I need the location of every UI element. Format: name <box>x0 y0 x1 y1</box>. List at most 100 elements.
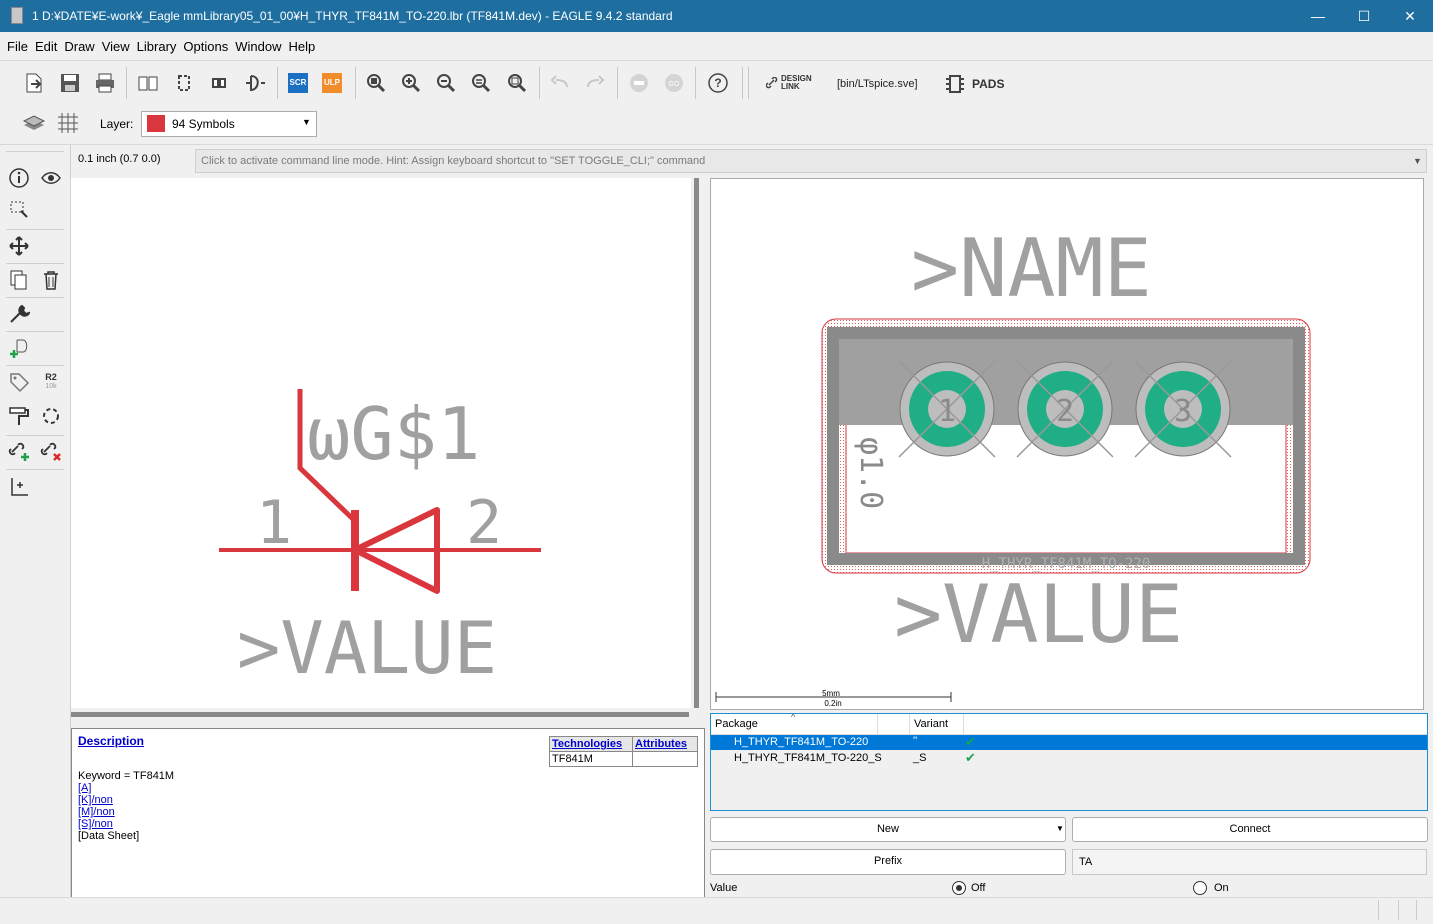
package-name-text: >NAME <box>911 222 1152 315</box>
name-tag-icon[interactable] <box>6 369 32 395</box>
technologies-link[interactable]: Technologies <box>552 738 622 750</box>
save-icon[interactable] <box>56 69 84 97</box>
show-eye-icon[interactable] <box>38 165 64 191</box>
dimension-icon[interactable] <box>6 473 32 499</box>
status-bar <box>0 897 1433 924</box>
menu-help[interactable]: Help <box>285 32 318 62</box>
wrench-icon[interactable] <box>6 301 32 327</box>
pin-2-label: 2 <box>466 488 502 558</box>
menu-file[interactable]: File <box>4 32 31 62</box>
stop-icon[interactable] <box>625 69 653 97</box>
change-icon[interactable] <box>38 403 64 429</box>
keyword-line: Keyword = TF841M <box>78 770 175 782</box>
zoom-in-icon[interactable] <box>397 69 425 97</box>
device-icon[interactable] <box>170 69 198 97</box>
symbol-hscrollbar[interactable] <box>71 712 689 717</box>
zoom-redraw-icon[interactable] <box>467 69 495 97</box>
add-pin-icon[interactable] <box>6 335 32 361</box>
pad-3: 3 <box>1134 360 1232 458</box>
scale-mm-label: 5mm <box>822 689 840 698</box>
main-toolbar: SCR ULP GO ? DESIGN LINK [bin/LTspice.sv… <box>0 60 1433 106</box>
desc-link-k[interactable]: [K]/non <box>78 794 113 806</box>
menu-view[interactable]: View <box>99 32 133 62</box>
menu-draw[interactable]: Draw <box>61 32 97 62</box>
menu-window[interactable]: Window <box>232 32 284 62</box>
desc-link-s[interactable]: [S]/non <box>78 818 113 830</box>
help-icon[interactable]: ? <box>704 69 732 97</box>
table-row[interactable]: H_THYR_TF841M_TO-220_S _S ✔ <box>711 750 1427 766</box>
technology-value: TF841M <box>549 751 633 767</box>
description-link[interactable]: Description <box>78 734 144 748</box>
script-button[interactable]: SCR <box>284 69 312 97</box>
value-r2-icon[interactable]: R2 10k <box>38 369 64 395</box>
layers-icon[interactable] <box>20 109 48 137</box>
library-book-icon[interactable] <box>134 69 162 97</box>
move-icon[interactable] <box>6 233 32 259</box>
symbol-canvas[interactable]: ωG$1 1 2 >VALUE <box>71 178 691 708</box>
col-variant[interactable]: Variant <box>914 718 948 730</box>
datasheet-line: [Data Sheet] <box>78 830 140 842</box>
table-header: Package ^ Variant <box>711 712 1427 735</box>
package-canvas[interactable]: >NAME 1 2 3 φ1.0 H_THYR_TF841M_TO-220 >V… <box>710 178 1424 710</box>
close-button[interactable]: ✕ <box>1387 0 1433 32</box>
attribute-value <box>632 751 698 767</box>
description-body: Keyword = TF841M [A] [K]/non [M]/non [S]… <box>78 770 174 842</box>
scale-in-label: 0.2in <box>824 699 841 708</box>
design-link-button[interactable]: DESIGN LINK <box>766 75 812 91</box>
col-package[interactable]: Package <box>715 718 758 730</box>
layer-color-swatch <box>147 115 165 132</box>
table-row[interactable]: H_THYR_TF841M_TO-220 '' ✔ <box>711 734 1427 750</box>
menu-library[interactable]: Library <box>134 32 180 62</box>
desc-link-m[interactable]: [M]/non <box>78 806 115 818</box>
new-file-icon[interactable] <box>20 69 48 97</box>
left-tool-panel: R2 10k <box>0 145 71 897</box>
layer-select[interactable]: 94 Symbols ▼ <box>141 111 317 137</box>
svg-text:?: ? <box>714 76 721 90</box>
undo-icon[interactable] <box>546 69 574 97</box>
copy-icon[interactable] <box>6 267 32 293</box>
value-on-radio[interactable] <box>1193 881 1207 895</box>
variant-cell: '' <box>913 735 918 747</box>
menu-edit[interactable]: Edit <box>32 32 60 62</box>
zoom-fit-icon[interactable] <box>362 69 390 97</box>
check-icon: ✔ <box>965 750 976 765</box>
ulp-button[interactable]: ULP <box>318 69 346 97</box>
pad-1-label: 1 <box>938 394 956 429</box>
prefix-input[interactable]: TA <box>1072 849 1427 875</box>
go-icon[interactable]: GO <box>660 69 688 97</box>
redo-icon[interactable] <box>581 69 609 97</box>
group-select-icon[interactable] <box>6 197 32 223</box>
svg-text:GO: GO <box>669 81 680 88</box>
connect-link-icon[interactable] <box>6 438 32 464</box>
disconnect-link-icon[interactable] <box>38 438 64 464</box>
print-icon[interactable] <box>91 69 119 97</box>
info-icon[interactable] <box>6 165 32 191</box>
value-off-label: Off <box>971 882 986 894</box>
zoom-select-icon[interactable] <box>503 69 531 97</box>
package-icon[interactable] <box>205 69 233 97</box>
pad-1: 1 <box>898 360 996 458</box>
menu-options[interactable]: Options <box>180 32 231 62</box>
maximize-button[interactable]: ☐ <box>1341 0 1387 32</box>
command-line-input[interactable]: Click to activate command line mode. Hin… <box>195 149 1427 173</box>
value-on-label: On <box>1214 882 1229 894</box>
connect-button[interactable]: Connect <box>1072 817 1428 842</box>
hole-size-label: φ1.0 <box>853 437 888 509</box>
ltspice-button[interactable]: [bin/LTspice.sve] <box>837 78 918 90</box>
desc-link-a[interactable]: [A] <box>78 782 91 794</box>
new-button[interactable]: New ▼ <box>710 817 1066 842</box>
window-title: 1 D:¥DATE¥E-work¥_Eagle mmLibrary05_01_0… <box>32 9 673 23</box>
grid-icon[interactable] <box>54 109 82 137</box>
zoom-out-icon[interactable] <box>432 69 460 97</box>
pads-button[interactable]: PADS <box>944 73 1004 95</box>
value-off-radio[interactable] <box>952 881 966 895</box>
minimize-button[interactable]: — <box>1295 0 1341 32</box>
package-variant-table: Package ^ Variant H_THYR_TF841M_TO-220 '… <box>710 712 1428 811</box>
attributes-link[interactable]: Attributes <box>635 738 687 750</box>
package-value-text: >VALUE <box>894 568 1183 661</box>
prefix-button[interactable]: Prefix <box>710 849 1066 875</box>
symbol-icon[interactable] <box>241 69 269 97</box>
paint-roller-icon[interactable] <box>6 403 32 429</box>
symbol-vscrollbar[interactable] <box>694 178 699 708</box>
delete-trash-icon[interactable] <box>38 267 64 293</box>
